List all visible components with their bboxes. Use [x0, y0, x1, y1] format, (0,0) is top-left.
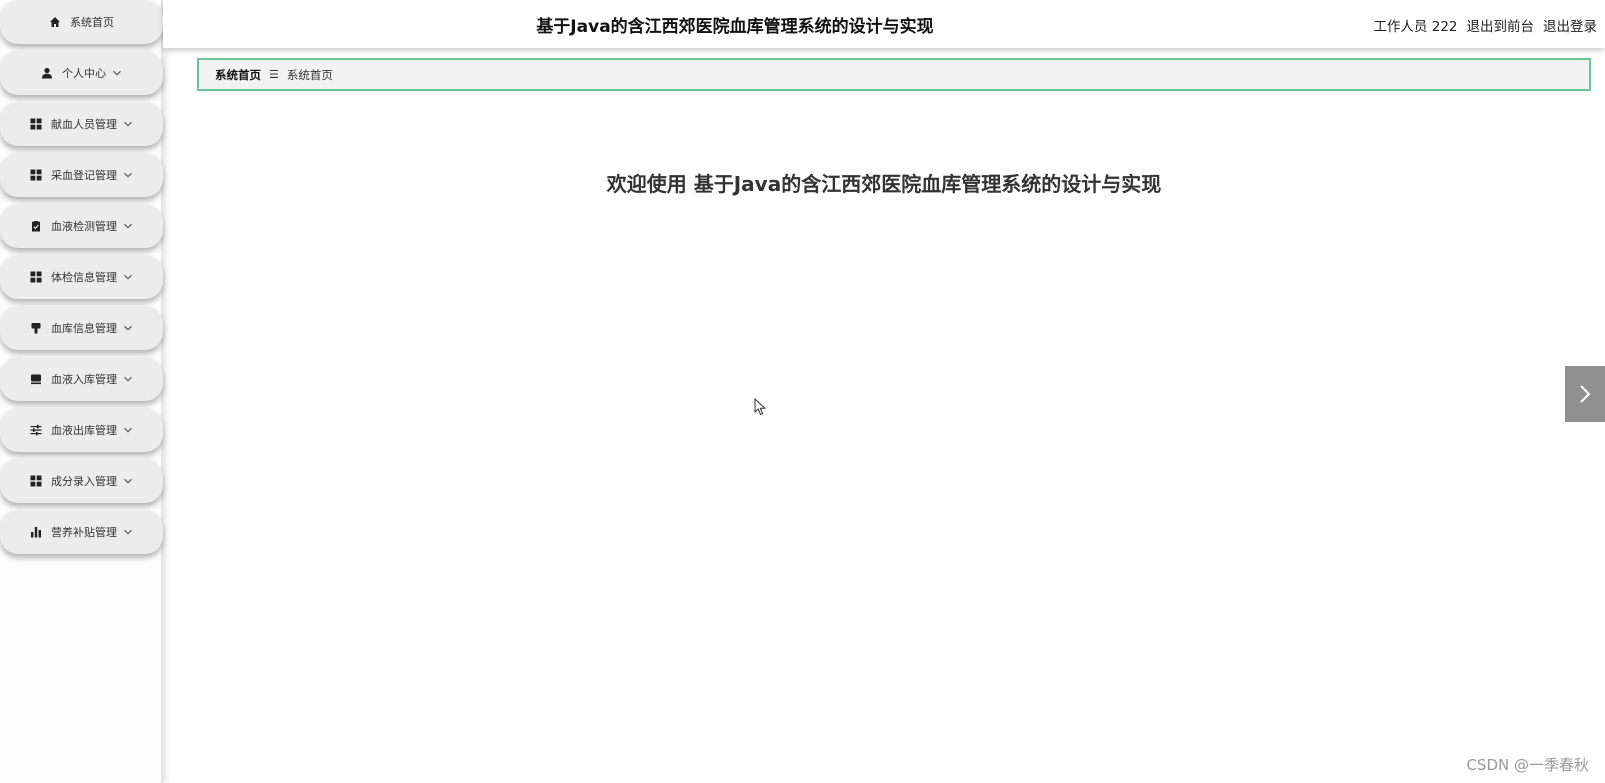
sliders-icon [30, 424, 42, 436]
chevron-down-icon [124, 376, 132, 382]
grid-icon [30, 169, 42, 181]
chevron-down-icon [124, 223, 132, 229]
user-icon [42, 67, 52, 79]
chevron-down-icon [113, 70, 121, 76]
logout-link[interactable]: 退出登录 [1543, 15, 1597, 35]
welcome-heading: 欢迎使用 基于Java的含江西郊医院血库管理系统的设计与实现 [606, 172, 1162, 196]
grid-icon [30, 475, 42, 487]
sidebar-item-label: 采血登记管理 [51, 169, 117, 182]
breadcrumb: 系统首页 ☰ 系统首页 [197, 58, 1591, 91]
sidebar-item-label: 血液入库管理 [51, 373, 117, 386]
mouse-cursor-icon [754, 398, 766, 416]
sidebar-item-donor[interactable]: 献血人员管理 [0, 102, 163, 146]
sidebar-item-testing[interactable]: 血液检测管理 [0, 204, 163, 248]
sidebar-item-label: 体检信息管理 [51, 271, 117, 284]
breadcrumb-current: 系统首页 [286, 67, 333, 82]
chevron-down-icon [124, 172, 132, 178]
bar-chart-icon [31, 527, 41, 538]
clipboard-icon [32, 221, 40, 232]
sidebar-item-component[interactable]: 成分录入管理 [0, 459, 163, 503]
sidebar-item-label: 个人中心 [62, 67, 106, 80]
chevron-right-icon [1580, 385, 1591, 403]
watermark: CSDN @一季春秋 [1466, 756, 1589, 774]
breadcrumb-separator-icon: ☰ [269, 68, 279, 81]
breadcrumb-root[interactable]: 系统首页 [215, 67, 261, 83]
sidebar-item-label: 血液出库管理 [51, 424, 117, 437]
sidebar: 系统首页 个人中心 献血人员管理 采血登记管理 血液检测管理 体检信息管理 血库… [0, 0, 163, 783]
sidebar-item-label: 血液检测管理 [51, 220, 117, 233]
chevron-down-icon [124, 325, 132, 331]
front-link[interactable]: 退出到前台 [1467, 15, 1535, 35]
sidebar-item-collection[interactable]: 采血登记管理 [0, 153, 163, 197]
sidebar-item-profile[interactable]: 个人中心 [0, 51, 163, 95]
sidebar-item-label: 血库信息管理 [51, 322, 117, 335]
inbox-icon [31, 374, 41, 385]
user-label: 工作人员 222 [1373, 19, 1458, 35]
sidebar-item-label: 献血人员管理 [51, 118, 117, 131]
sidebar-item-label: 营养补贴管理 [51, 526, 117, 539]
sidebar-item-physical-exam[interactable]: 体检信息管理 [0, 255, 163, 299]
chevron-down-icon [124, 427, 132, 433]
page-title: 基于Java的含江西郊医院血库管理系统的设计与实现 [536, 17, 934, 37]
side-panel-toggle[interactable] [1565, 366, 1605, 422]
sidebar-item-label: 成分录入管理 [51, 475, 117, 488]
sidebar-item-storage-in[interactable]: 血液入库管理 [0, 357, 163, 401]
sidebar-item-blood-bank[interactable]: 血库信息管理 [0, 306, 163, 350]
chevron-down-icon [124, 478, 132, 484]
sidebar-item-storage-out[interactable]: 血液出库管理 [0, 408, 163, 452]
brush-icon [31, 323, 41, 334]
chevron-down-icon [124, 274, 132, 280]
grid-icon [30, 118, 42, 130]
sidebar-item-subsidy[interactable]: 营养补贴管理 [0, 510, 163, 554]
chevron-down-icon [124, 121, 132, 127]
grid-icon [30, 271, 42, 283]
user-menu: 工作人员 222 退出到前台 退出登录 [1373, 15, 1597, 35]
chevron-down-icon [124, 529, 132, 535]
